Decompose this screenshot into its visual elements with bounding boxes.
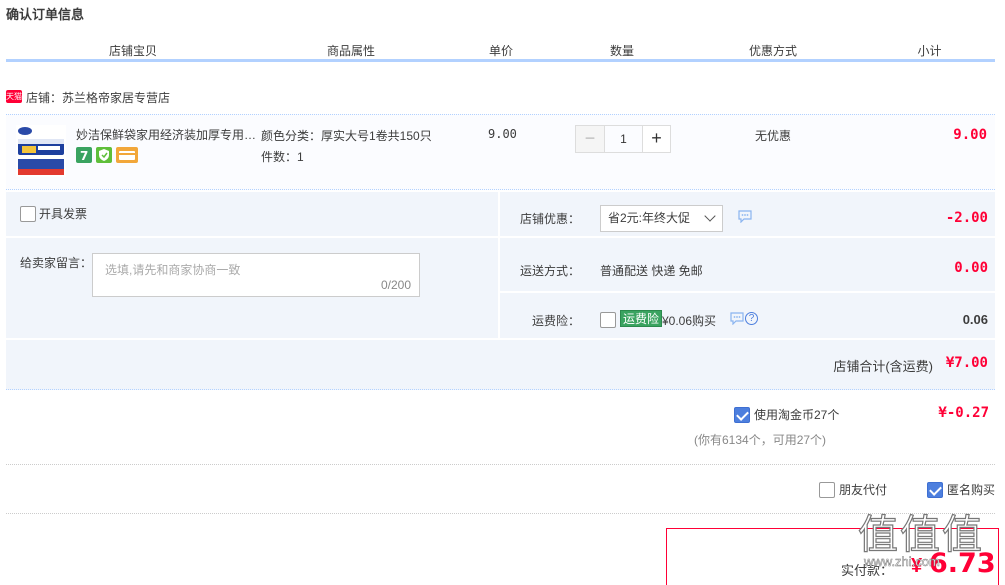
- header-col-discount: 优惠方式: [748, 44, 797, 58]
- shop-total-value: ¥7.00: [945, 355, 988, 371]
- page-title: 确认订单信息: [6, 7, 85, 22]
- anonymous-buy-label: 匿名购买: [947, 483, 996, 497]
- shipping-price: 0.00: [954, 260, 988, 276]
- shipping-method: 普通配送 快递 免邮: [600, 264, 703, 278]
- insurance-price-text: ¥0.06购买: [662, 314, 717, 328]
- product-thumbnail[interactable]: [16, 125, 66, 177]
- item-subtotal: 9.00: [953, 127, 987, 143]
- watermark: 值值值 www.zhi.com: [856, 500, 1004, 585]
- taojinbi-checkbox[interactable]: [734, 406, 750, 423]
- order-options: 开具发票 给卖家留言： 选填,请先和商家协商一致 0/200 店铺优惠： 省2元…: [6, 192, 995, 390]
- chat-icon[interactable]: [730, 312, 744, 325]
- row-divider: [6, 236, 498, 238]
- taojinbi-discount: ¥-0.27: [938, 405, 989, 421]
- shop-discount-label: 店铺优惠：: [519, 212, 580, 226]
- section-divider: [6, 513, 995, 514]
- anonymous-buy-checkbox[interactable]: [927, 481, 943, 498]
- friend-pay-checkbox[interactable]: [819, 481, 835, 498]
- invoice-option[interactable]: 开具发票: [20, 205, 87, 222]
- header-col-attributes: 商品属性: [326, 44, 375, 58]
- product-attr-count: 件数：1: [261, 150, 304, 164]
- watermark-url: www.zhi.com: [864, 554, 940, 570]
- shop-total-row: 店铺合计(含运费) ¥7.00: [6, 340, 995, 390]
- header-col-subtotal: 小计: [917, 44, 942, 58]
- friend-pay-option[interactable]: 朋友代付: [819, 481, 887, 498]
- quantity-increase-button[interactable]: +: [642, 126, 670, 152]
- message-char-count: 0/200: [380, 278, 411, 292]
- shield-guarantee-icon: [96, 147, 112, 163]
- insurance-price: 0.06: [962, 312, 988, 327]
- insurance-label: 运费险：: [531, 314, 580, 328]
- shop-discount-amount: -2.00: [945, 210, 988, 226]
- header-col-item: 店铺宝贝: [108, 44, 157, 58]
- shipping-label: 运送方式：: [519, 264, 580, 278]
- svg-text:7: 7: [80, 149, 88, 163]
- discount-method: 无优惠: [755, 129, 792, 143]
- friend-pay-label: 朋友代付: [839, 483, 888, 497]
- section-divider: [6, 464, 995, 465]
- seven-day-return-icon: 7: [76, 147, 92, 163]
- product-attr-color: 颜色分类：厚实大号1卷共150只: [261, 129, 432, 143]
- invoice-label: 开具发票: [39, 207, 88, 221]
- taojinbi-option[interactable]: 使用淘金币27个: [734, 406, 839, 423]
- shop-name[interactable]: 店铺：苏兰格帝家居专营店: [26, 89, 170, 106]
- shop-discount-value: 省2元:年终大促: [608, 211, 691, 225]
- row-divider: [500, 291, 995, 293]
- message-placeholder: 选填,请先和商家协商一致: [105, 263, 241, 277]
- taojinbi-label: 使用淘金币27个: [754, 408, 840, 422]
- anonymous-buy-option[interactable]: 匿名购买: [927, 481, 995, 498]
- unit-price: 9.00: [488, 127, 517, 141]
- watermark-logo: 值值值: [857, 511, 984, 558]
- product-title[interactable]: 妙洁保鲜袋家用经济装加厚专用…: [76, 126, 256, 143]
- credit-card-icon: [116, 147, 138, 163]
- insurance-tag: 运费险: [620, 310, 663, 327]
- help-icon[interactable]: ?: [745, 312, 758, 325]
- options-left-panel: 开具发票 给卖家留言： 选填,请先和商家协商一致 0/200: [6, 192, 498, 338]
- header-col-price: 单价: [488, 44, 513, 58]
- order-item-row: 妙洁保鲜袋家用经济装加厚专用… 7 颜色分类：厚实大号1卷共150只 件数：1 …: [6, 114, 995, 190]
- tmall-icon: 天猫: [6, 90, 22, 103]
- chevron-down-icon: [704, 210, 716, 222]
- chat-icon[interactable]: [738, 210, 752, 223]
- invoice-checkbox[interactable]: [20, 205, 36, 222]
- quantity-stepper: − 1 +: [575, 125, 671, 153]
- insurance-checkbox[interactable]: [600, 312, 616, 328]
- taojinbi-note: (你有6134个，可用27个): [694, 433, 827, 447]
- quantity-input[interactable]: 1: [604, 126, 642, 152]
- message-input[interactable]: 选填,请先和商家协商一致 0/200: [92, 253, 420, 297]
- message-label: 给卖家留言：: [20, 256, 93, 270]
- quantity-decrease-button[interactable]: −: [576, 126, 604, 152]
- shop-discount-select[interactable]: 省2元:年终大促: [600, 205, 723, 232]
- shop-total-label: 店铺合计(含运费): [833, 359, 933, 374]
- row-divider: [500, 236, 995, 238]
- header-col-quantity: 数量: [609, 44, 634, 58]
- table-header: 店铺宝贝 商品属性 单价 数量 优惠方式 小计: [6, 40, 995, 62]
- options-right-panel: 店铺优惠： 省2元:年终大促 -2.00 运送方式： 普通配送 快递 免邮 0.…: [500, 192, 995, 338]
